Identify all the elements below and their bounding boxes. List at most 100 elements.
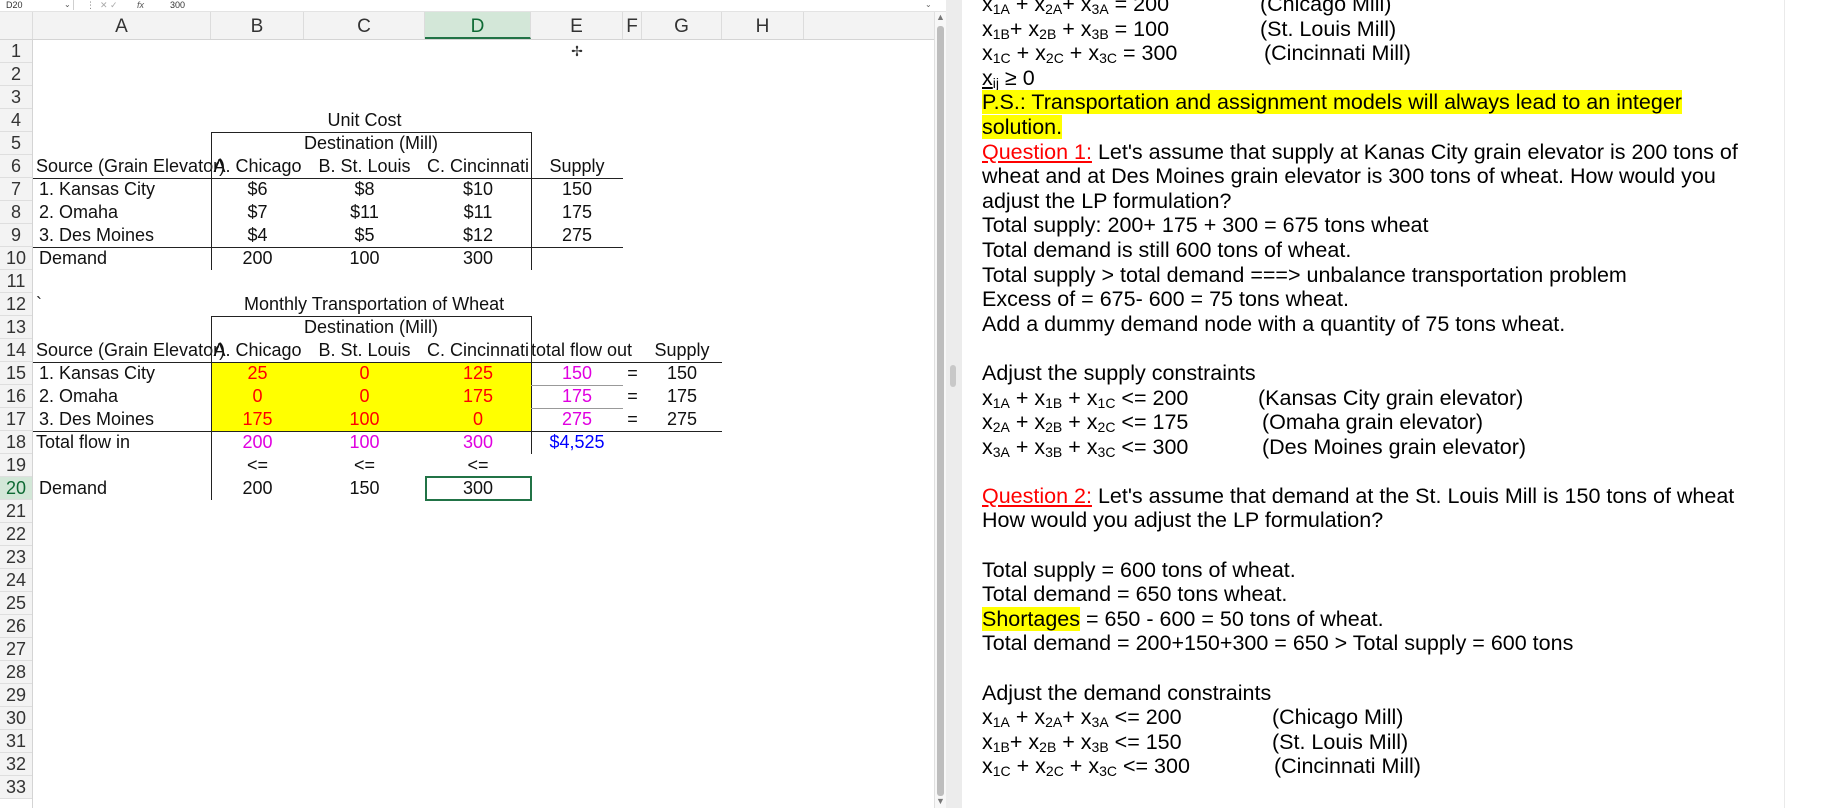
equals-cell[interactable]: = [623,385,642,408]
row-header-17[interactable]: 17 [0,408,32,431]
flow-cell[interactable]: 125 [425,362,531,385]
supply-cell[interactable]: 275 [531,224,623,247]
row-header-29[interactable]: 29 [0,684,32,707]
function-icon[interactable]: fx [137,0,144,10]
flow-supply-cell[interactable]: 175 [642,385,722,408]
flow-in-cell[interactable]: 200 [211,431,304,454]
total-cost-cell[interactable]: $4,525 [531,431,623,454]
row-header-6[interactable]: 6 [0,155,32,178]
flow-cell[interactable]: 25 [211,362,304,385]
row-header-21[interactable]: 21 [0,500,32,523]
scrollbar-thumb[interactable] [937,26,944,796]
row-header-13[interactable]: 13 [0,316,32,339]
col-header-g[interactable]: G [642,12,722,39]
select-all-corner[interactable] [0,12,33,39]
more-icon[interactable]: ⋮ [86,0,95,10]
chevron-down-icon[interactable]: ⌄ [64,0,71,10]
row-header-7[interactable]: 7 [0,178,32,201]
flow-cell[interactable]: 175 [211,408,304,431]
flow-out-cell[interactable]: 275 [531,408,623,431]
row-header-25[interactable]: 25 [0,592,32,615]
col-header-f[interactable]: F [623,12,642,39]
col-header-e[interactable]: E [531,12,623,39]
equals-cell[interactable]: = [623,408,642,431]
flow-demand-cell[interactable]: 200 [211,477,304,500]
flow-cell[interactable]: 100 [304,408,425,431]
row-header-4[interactable]: 4 [0,109,32,132]
row-header-32[interactable]: 32 [0,753,32,776]
col-header-d[interactable]: D [425,12,531,39]
supply-cell[interactable]: 150 [531,178,623,201]
row-header-9[interactable]: 9 [0,224,32,247]
le-cell[interactable]: <= [425,454,531,477]
cost-cell[interactable]: $4 [211,224,304,247]
row-header-15[interactable]: 15 [0,362,32,385]
cost-cell[interactable]: $6 [211,178,304,201]
le-cell[interactable]: <= [304,454,425,477]
scroll-down-icon[interactable]: ▼ [936,796,945,806]
cell-grid[interactable]: ✢ Unit Cost Destination (Mill) Source (G… [33,40,935,808]
flow-out-cell[interactable]: 150 [531,362,623,385]
row-header-3[interactable]: 3 [0,86,32,109]
row-header-23[interactable]: 23 [0,546,32,569]
row-header-27[interactable]: 27 [0,638,32,661]
flow-cell[interactable]: 0 [211,385,304,408]
col-header-c[interactable]: C [304,12,425,39]
row-header-1[interactable]: 1 [0,40,32,63]
flow-supply-cell[interactable]: 275 [642,408,722,431]
cost-row-name: 3. Des Moines [39,225,155,245]
flow-demand-cell[interactable]: 150 [304,477,425,500]
cost-cell[interactable]: $12 [425,224,531,247]
demand-cell[interactable]: 100 [304,247,425,270]
row-header-26[interactable]: 26 [0,615,32,638]
flow-supply-cell[interactable]: 150 [642,362,722,385]
vertical-scrollbar[interactable]: ▲ ▼ [934,12,946,808]
col-header-a[interactable]: A [33,12,211,39]
split-divider[interactable] [946,0,962,808]
cost-cell[interactable]: $7 [211,201,304,224]
cost-cell[interactable]: $8 [304,178,425,201]
expand-formula-icon[interactable]: ⌄ [925,0,932,10]
le-cell[interactable]: <= [211,454,304,477]
col-header-h[interactable]: H [722,12,804,39]
cost-cell[interactable]: $11 [304,201,425,224]
flow-cell[interactable]: 0 [304,385,425,408]
demand-cell[interactable]: 300 [425,247,531,270]
row-header-16[interactable]: 16 [0,385,32,408]
row-header-5[interactable]: 5 [0,132,32,155]
notes-margin [1784,0,1844,808]
row-header-8[interactable]: 8 [0,201,32,224]
row-header-31[interactable]: 31 [0,730,32,753]
flow-cell[interactable]: 0 [425,408,531,431]
row-header-14[interactable]: 14 [0,339,32,362]
flow-in-cell[interactable]: 300 [425,431,531,454]
row-header-33[interactable]: 33 [0,776,32,799]
supply-cell[interactable]: 175 [531,201,623,224]
demand-cell[interactable]: 200 [211,247,304,270]
flow-in-cell[interactable]: 100 [304,431,425,454]
formula-input[interactable]: 300 [170,0,185,10]
cost-cell[interactable]: $5 [304,224,425,247]
row-header-28[interactable]: 28 [0,661,32,684]
row-header-18[interactable]: 18 [0,431,32,454]
row-header-24[interactable]: 24 [0,569,32,592]
row-header-12[interactable]: 12 [0,293,32,316]
scroll-up-icon[interactable]: ▲ [936,12,945,22]
row-header-19[interactable]: 19 [0,454,32,477]
row-header-10[interactable]: 10 [0,247,32,270]
cancel-confirm-icons[interactable]: ✕ ✓ [100,0,118,10]
row-header-20[interactable]: 20 [0,477,32,500]
divider-grip[interactable] [950,365,956,387]
flow-cell[interactable]: 175 [425,385,531,408]
cost-cell[interactable]: $10 [425,178,531,201]
row-header-30[interactable]: 30 [0,707,32,730]
row-header-2[interactable]: 2 [0,63,32,86]
flow-cell[interactable]: 0 [304,362,425,385]
flow-out-cell[interactable]: 175 [531,385,623,408]
cost-cell[interactable]: $11 [425,201,531,224]
row-header-22[interactable]: 22 [0,523,32,546]
col-header-b[interactable]: B [211,12,304,39]
row-header-11[interactable]: 11 [0,270,32,293]
equals-cell[interactable]: = [623,362,642,385]
